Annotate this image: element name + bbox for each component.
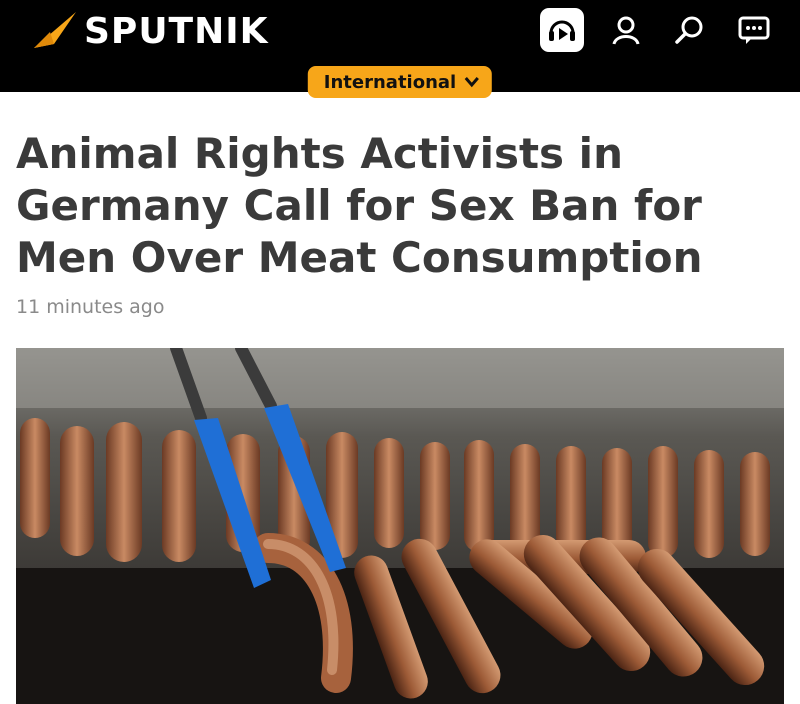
radio-icon: [549, 20, 575, 41]
chat-button[interactable]: [732, 8, 776, 52]
brand-name: SPUTNIK: [84, 11, 269, 52]
chat-icon: [738, 16, 770, 44]
article-timestamp: 11 minutes ago: [16, 296, 165, 318]
chevron-down-icon: [465, 77, 480, 88]
user-button[interactable]: [604, 8, 648, 52]
radio-button[interactable]: [540, 8, 584, 52]
category-label: International: [323, 71, 457, 93]
search-icon: [675, 16, 703, 44]
article-title[interactable]: Animal Rights Activists in Germany Call …: [16, 128, 776, 284]
search-button[interactable]: [668, 8, 712, 52]
category-dropdown[interactable]: International: [307, 66, 493, 98]
user-icon: [612, 16, 640, 45]
grilled-sausages-image: [16, 348, 784, 704]
sputnik-logo[interactable]: SPUTNIK: [26, 8, 269, 56]
sputnik-logo-icon: [34, 12, 76, 48]
article-image[interactable]: [16, 348, 784, 704]
